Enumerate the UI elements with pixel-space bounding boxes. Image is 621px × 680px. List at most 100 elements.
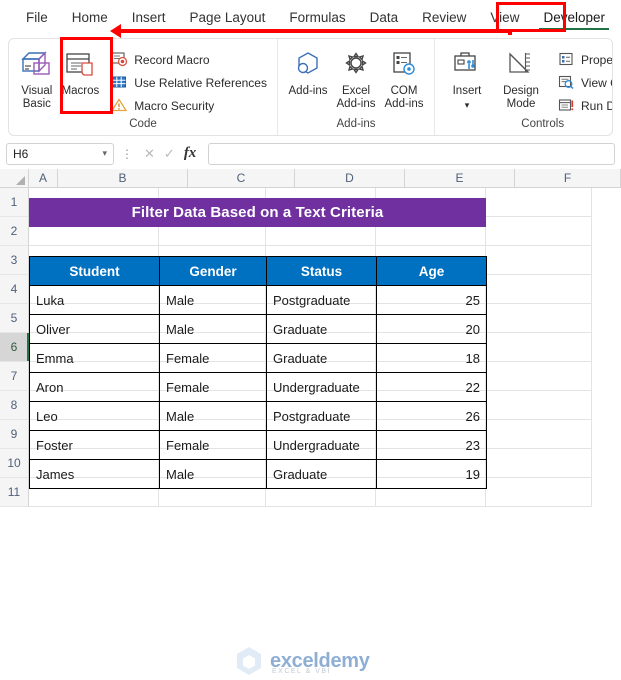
table-cell[interactable]: Male <box>160 460 267 489</box>
table-cell[interactable]: Foster <box>30 431 160 460</box>
macro-security-label: Macro Security <box>134 99 214 113</box>
table-cell[interactable]: Leo <box>30 402 160 431</box>
row-header-8[interactable]: 8 <box>0 391 29 420</box>
row-header-10[interactable]: 10 <box>0 449 29 478</box>
table-cell[interactable]: 25 <box>377 286 487 315</box>
com-add-ins-button[interactable]: COM Add-ins <box>380 44 428 110</box>
macro-security-button[interactable]: Macro Security <box>106 94 271 117</box>
table-cell[interactable]: Male <box>160 286 267 315</box>
ribbon-tab-developer[interactable]: Developer <box>533 6 615 29</box>
row-header-1[interactable]: 1 <box>0 188 29 217</box>
watermark-text: exceldemy <box>270 650 370 673</box>
cancel-icon[interactable]: ✕ <box>144 146 155 162</box>
table-cell[interactable]: 26 <box>377 402 487 431</box>
visual-basic-icon <box>20 48 54 82</box>
name-box[interactable]: H6 ▾ <box>6 143 114 165</box>
table-cell[interactable]: Emma <box>30 344 160 373</box>
grid-cell[interactable] <box>486 420 592 449</box>
row-header-3[interactable]: 3 <box>0 246 29 275</box>
table-row: LeoMalePostgraduate26 <box>30 402 487 431</box>
properties-button[interactable]: Properties <box>553 48 613 71</box>
row-header-4[interactable]: 4 <box>0 275 29 304</box>
ribbon-tab-file[interactable]: File <box>16 6 58 29</box>
ribbon-tab-review[interactable]: Review <box>412 6 476 29</box>
use-relative-references-button[interactable]: Use Relative References <box>106 71 271 94</box>
table-cell[interactable]: 23 <box>377 431 487 460</box>
table-cell[interactable]: Graduate <box>267 460 377 489</box>
table-cell[interactable]: Graduate <box>267 344 377 373</box>
confirm-icon[interactable]: ✓ <box>164 146 175 162</box>
ribbon-tab-formulas[interactable]: Formulas <box>279 6 355 29</box>
insert-dropdown-chevron-icon[interactable]: ▾ <box>465 101 470 109</box>
addins-group-content: Add-ins <box>284 41 428 118</box>
table-cell[interactable]: James <box>30 460 160 489</box>
row-header-2[interactable]: 2 <box>0 217 29 246</box>
column-header-E[interactable]: E <box>405 169 515 188</box>
table-cell[interactable]: Oliver <box>30 315 160 344</box>
run-dialog-button[interactable]: Run Dialog <box>553 94 613 117</box>
ribbon-groups: Visual Basic Macros <box>8 38 613 136</box>
row-header-7[interactable]: 7 <box>0 362 29 391</box>
grid-cell[interactable] <box>486 333 592 362</box>
grid-cell[interactable] <box>486 217 592 246</box>
record-macro-button[interactable]: Record Macro <box>106 48 271 71</box>
macro-security-icon <box>110 97 129 114</box>
table-cell[interactable]: 19 <box>377 460 487 489</box>
table-cell[interactable]: Postgraduate <box>267 402 377 431</box>
ribbon-tab-data[interactable]: Data <box>360 6 409 29</box>
grid-cell[interactable] <box>486 449 592 478</box>
ribbon-body: Visual Basic Macros <box>0 35 621 138</box>
row-header-6[interactable]: 6 <box>0 333 29 362</box>
grid-cell[interactable] <box>486 362 592 391</box>
table-cell[interactable]: Undergraduate <box>267 431 377 460</box>
formula-input[interactable] <box>208 143 615 165</box>
grid-cell[interactable] <box>486 246 592 275</box>
macros-button[interactable]: Macros <box>59 44 103 98</box>
insert-controls-button[interactable]: Insert ▾ <box>441 44 493 109</box>
table-cell[interactable]: Female <box>160 431 267 460</box>
excel-add-ins-label: Excel Add-ins <box>332 85 380 110</box>
name-box-chevron-down-icon[interactable]: ▾ <box>102 148 107 159</box>
view-code-button[interactable]: View Code <box>553 71 613 94</box>
table-cell[interactable]: Postgraduate <box>267 286 377 315</box>
select-all-corner[interactable] <box>0 169 29 188</box>
table-cell[interactable]: Graduate <box>267 315 377 344</box>
row-header-11[interactable]: 11 <box>0 478 29 507</box>
controls-group-label: Controls <box>441 118 613 135</box>
grid-cell[interactable] <box>486 275 592 304</box>
table-cell[interactable]: Female <box>160 344 267 373</box>
row-header-9[interactable]: 9 <box>0 420 29 449</box>
ribbon-tab-home[interactable]: Home <box>62 6 118 29</box>
insert-function-icon[interactable]: fx <box>184 145 197 162</box>
table-cell[interactable]: Undergraduate <box>267 373 377 402</box>
formula-bar: H6 ▾ ⋮ ✕ ✓ fx <box>0 138 621 169</box>
column-header-D[interactable]: D <box>295 169 405 188</box>
column-header-C[interactable]: C <box>188 169 295 188</box>
grid-cell[interactable] <box>486 478 592 507</box>
grid-cell[interactable] <box>486 188 592 217</box>
grid-cell[interactable] <box>486 391 592 420</box>
table-cell[interactable]: Aron <box>30 373 160 402</box>
table-cell[interactable]: Male <box>160 315 267 344</box>
excel-add-ins-button[interactable]: Excel Add-ins <box>332 44 380 110</box>
column-header-B[interactable]: B <box>58 169 188 188</box>
table-cell[interactable]: Male <box>160 402 267 431</box>
row-header-5[interactable]: 5 <box>0 304 29 333</box>
ribbon-tab-page-layout[interactable]: Page Layout <box>180 6 276 29</box>
table-cell[interactable]: 22 <box>377 373 487 402</box>
design-mode-button[interactable]: Design Mode <box>493 44 549 110</box>
ribbon-tab-view[interactable]: View <box>480 6 529 29</box>
grid-cell[interactable] <box>486 304 592 333</box>
add-ins-button[interactable]: Add-ins <box>284 44 332 98</box>
table-cell[interactable]: 18 <box>377 344 487 373</box>
ribbon-tab-insert[interactable]: Insert <box>122 6 176 29</box>
table-cell[interactable]: Female <box>160 373 267 402</box>
column-header-A[interactable]: A <box>29 169 58 188</box>
view-code-icon <box>557 74 576 91</box>
table-cell[interactable]: 20 <box>377 315 487 344</box>
visual-basic-button[interactable]: Visual Basic <box>15 44 59 110</box>
column-header-F[interactable]: F <box>515 169 621 188</box>
table-cell[interactable]: Luka <box>30 286 160 315</box>
watermark-subtext: EXCEL & VBI <box>272 668 331 675</box>
add-ins-icon <box>291 48 325 82</box>
